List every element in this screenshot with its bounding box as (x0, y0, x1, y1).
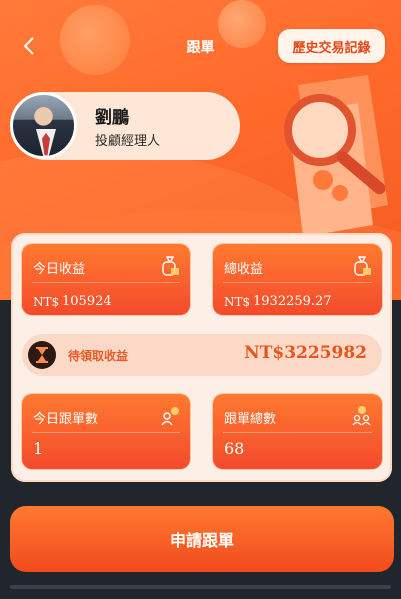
today-income-card: 今日收益 NT$ 105924 (22, 244, 190, 315)
card-divider (223, 282, 372, 283)
today-income-label: 今日收益 (33, 262, 86, 277)
apply-copy-trade-button[interactable]: 申請跟單 (10, 506, 394, 572)
total-income-value: 1932259.27 (253, 294, 332, 309)
money-bag-icon (354, 256, 371, 276)
manager-role: 投顧經理人 (95, 134, 161, 149)
today-orders-card: 今日跟單數 1 (22, 394, 190, 469)
today-orders-value: 1 (33, 439, 44, 458)
total-income-label: 總收益 (224, 262, 264, 277)
total-income-card: 總收益 NT$ 1932259.27 (213, 244, 382, 315)
currency-label: NT$ (33, 295, 60, 309)
total-orders-card: 跟單總數 68 (213, 394, 382, 469)
history-button[interactable]: 歷史交易記錄 (278, 29, 385, 63)
currency-label: NT$ (224, 295, 251, 309)
pending-income-label: 待領取收益 (68, 349, 129, 363)
card-divider (223, 432, 372, 433)
avatar (10, 92, 77, 159)
user-icon (161, 407, 179, 426)
today-orders-label: 今日跟單數 (33, 412, 99, 427)
magnifier-illustration (284, 75, 388, 237)
total-orders-value: 68 (224, 439, 245, 458)
card-divider (32, 432, 180, 433)
users-icon (352, 406, 371, 426)
pending-income-value: NT$3225982 (244, 343, 367, 363)
hourglass-icon (28, 341, 56, 369)
money-bag-icon (162, 256, 179, 276)
total-orders-label: 跟單總數 (224, 412, 277, 427)
home-indicator (10, 585, 391, 589)
card-divider (32, 282, 180, 283)
today-income-value: 105924 (62, 294, 112, 309)
manager-name: 劉鵬 (95, 108, 129, 128)
